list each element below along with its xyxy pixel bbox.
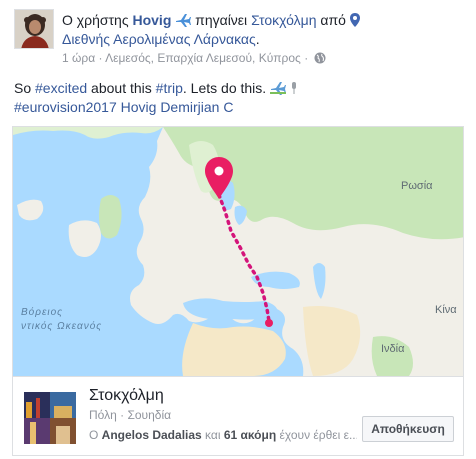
map-label-china: Κίνα [435, 304, 457, 316]
place-thumbnail[interactable] [24, 392, 76, 444]
text-part2: about this [87, 80, 156, 96]
friends-suffix: έχουν έρθει ε... [276, 428, 357, 442]
globe-icon[interactable] [314, 52, 326, 64]
map-label-atlantic-1: Βόρειος [21, 306, 63, 318]
hashtag-excited[interactable]: #excited [35, 80, 87, 96]
airplane-icon [176, 14, 192, 27]
author-name-link[interactable]: Hovig [132, 12, 171, 28]
mention-hovig[interactable]: Hovig Demirjian C [121, 99, 234, 115]
meta-separator: · [98, 51, 103, 65]
origin-link[interactable]: Διεθνής Αερολιμένας Λάρνακας [62, 31, 256, 47]
post-timestamp[interactable]: 1 ώρα [62, 51, 95, 65]
place-name[interactable]: Στοκχόλμη [89, 387, 164, 405]
origin-map-dot [265, 319, 273, 327]
airplane-emoji-icon [270, 82, 287, 95]
place-friends-visited: Ο Angelos Dadalias και 61 ακόμη έχουν έρ… [89, 428, 357, 442]
map-label-india: Ινδία [381, 343, 405, 355]
destination-link[interactable]: Στοκχόλμη [251, 12, 316, 28]
friends-prefix: Ο [89, 428, 102, 442]
text-part1: So [14, 80, 36, 96]
text-part3: . Lets do this. [182, 80, 267, 96]
place-info: Στοκχόλμη Πόλη · Σουηδία Ο Angelos Dadal… [13, 376, 463, 455]
hashtag-trip[interactable]: #trip [156, 80, 183, 96]
header-from: από [320, 12, 346, 28]
save-button[interactable]: Αποθήκευση [362, 416, 454, 442]
header-prefix: Ο χρήστης [62, 12, 129, 28]
location-pin-icon [349, 13, 360, 27]
map-label-atlantic-2: ντικός Ωκεανός [21, 320, 102, 332]
post-text: So #excited about this #trip. Lets do th… [14, 79, 464, 117]
post-location[interactable]: Λεμεσός, Επαρχία Λεμεσού, Κύπρος [105, 51, 301, 65]
map-label-russia: Ρωσία [401, 180, 433, 192]
author-avatar[interactable] [14, 9, 54, 49]
meta-separator-2: · [304, 51, 309, 65]
microphone-emoji-icon [291, 82, 296, 94]
hashtag-eurovision[interactable]: #eurovision2017 [14, 99, 117, 115]
place-card: Ρωσία Βόρειος ντικός Ωκεανός Κίνα Ινδία … [12, 126, 464, 456]
header-end-punct: . [255, 31, 260, 47]
header-verb: πηγαίνει [195, 12, 248, 28]
friend-name-link[interactable]: Angelos Dadalias [102, 428, 202, 442]
friends-count-link[interactable]: 61 ακόμη [224, 428, 276, 442]
post-header: Ο χρήστης Hovig πηγαίνει Στοκχόλμη από Δ… [62, 11, 462, 49]
post-meta: 1 ώρα · Λεμεσός, Επαρχία Λεμεσού, Κύπρος… [62, 51, 326, 65]
friends-mid: και [201, 428, 224, 442]
place-type: Πόλη · Σουηδία [89, 408, 172, 422]
route-map[interactable]: Ρωσία Βόρειος ντικός Ωκεανός Κίνα Ινδία [13, 127, 464, 376]
